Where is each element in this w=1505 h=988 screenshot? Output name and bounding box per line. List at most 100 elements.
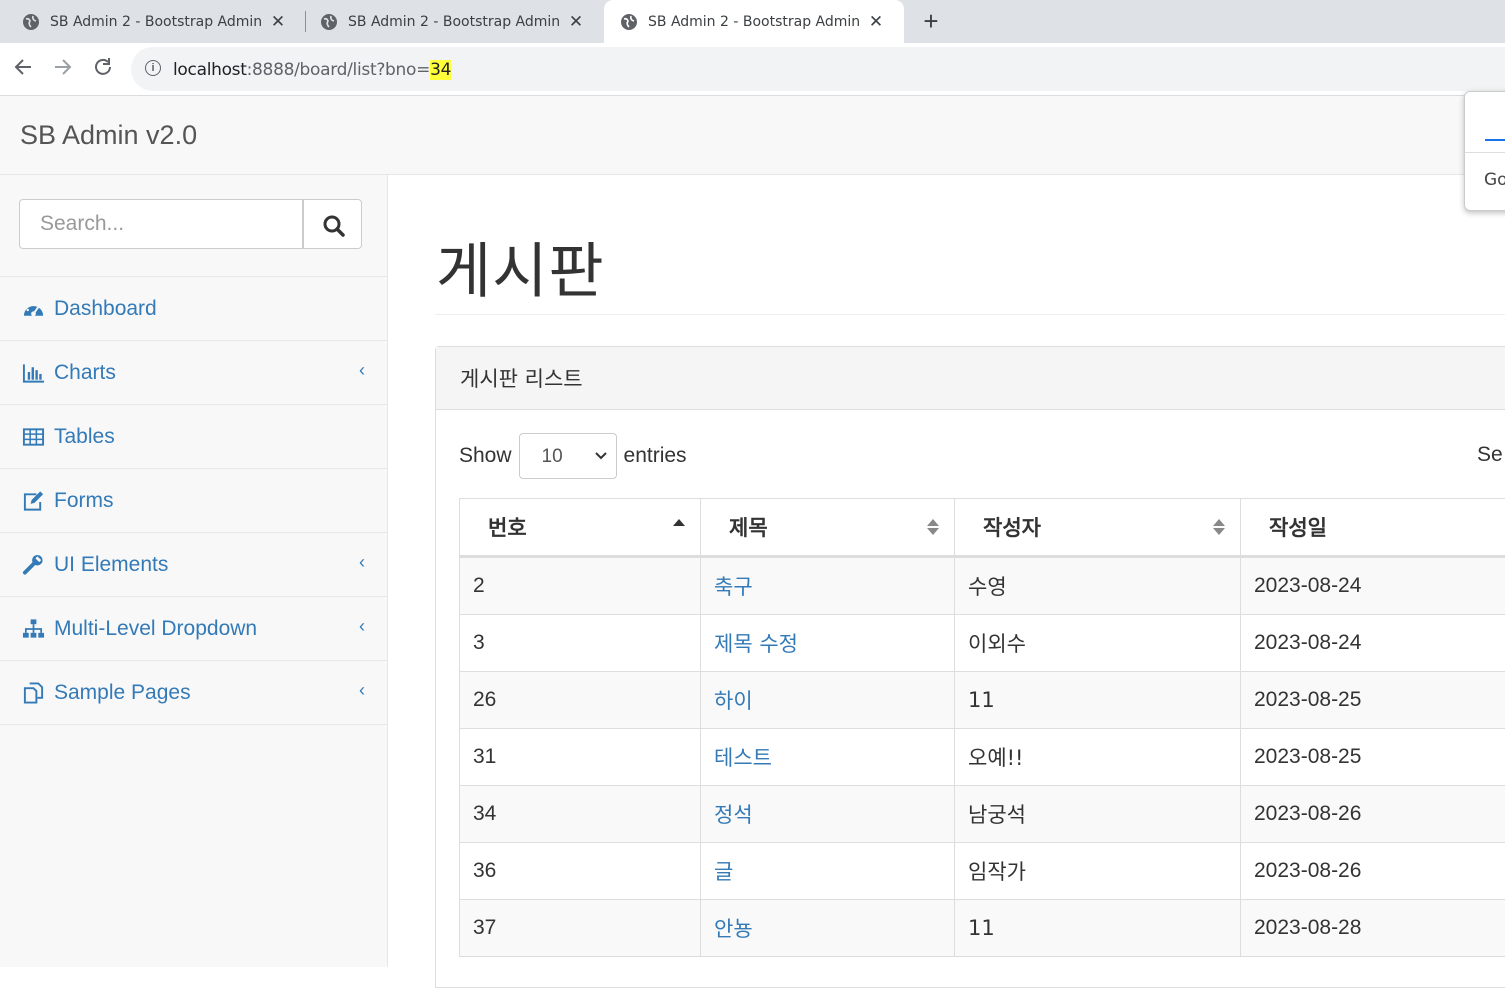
sidebar-item-label: UI Elements bbox=[54, 553, 168, 577]
cell-date: 2023-08-25 bbox=[1241, 672, 1505, 729]
cell-title-link[interactable]: 글 bbox=[701, 843, 955, 900]
table-row[interactable]: 31 테스트 오예!! 2023-08-25 bbox=[460, 729, 1505, 786]
column-header-date[interactable]: 작성일 bbox=[1241, 499, 1505, 557]
close-icon[interactable]: ✕ bbox=[866, 12, 886, 32]
cell-date: 2023-08-26 bbox=[1241, 843, 1505, 900]
url-path: :8888/board/list?bno= bbox=[247, 60, 430, 80]
sidebar-item-dashboard[interactable]: Dashboard bbox=[0, 277, 387, 341]
cell-title-link[interactable]: 안뇽 bbox=[701, 900, 955, 957]
cell-writer: 오예!! bbox=[955, 729, 1241, 786]
column-label: 번호 bbox=[488, 516, 527, 540]
close-icon[interactable]: ✕ bbox=[268, 12, 288, 32]
table-row[interactable]: 2 축구 수영 2023-08-24 bbox=[460, 557, 1505, 615]
tab-title: SB Admin 2 - Bootstrap Admin bbox=[648, 14, 860, 30]
cell-title-link[interactable]: 하이 bbox=[701, 672, 955, 729]
cell-bno: 37 bbox=[460, 900, 701, 957]
sidebar-item-label: Forms bbox=[54, 489, 114, 513]
cell-title-link[interactable]: 제목 수정 bbox=[701, 615, 955, 672]
column-label: 작성자 bbox=[983, 516, 1041, 540]
table-row[interactable]: 26 하이 11 2023-08-25 bbox=[460, 672, 1505, 729]
chevron-left-icon[interactable]: ‹ bbox=[359, 616, 365, 637]
sidebar-item-sample-pages[interactable]: Sample Pages ‹ bbox=[0, 661, 387, 725]
table-row[interactable]: 34 정석 남궁석 2023-08-26 bbox=[460, 786, 1505, 843]
cell-writer: 임작가 bbox=[955, 843, 1241, 900]
cell-title-link[interactable]: 테스트 bbox=[701, 729, 955, 786]
cell-bno: 34 bbox=[460, 786, 701, 843]
sort-icon bbox=[926, 517, 940, 537]
chevron-left-icon[interactable]: ‹ bbox=[359, 680, 365, 701]
cell-bno: 26 bbox=[460, 672, 701, 729]
popup-accent-line bbox=[1485, 139, 1505, 141]
cell-bno: 36 bbox=[460, 843, 701, 900]
sidebar-link-ui-elements[interactable]: UI Elements bbox=[22, 533, 168, 596]
sidebar: Dashboard Charts ‹ Tables Forms bbox=[0, 175, 388, 967]
back-arrow-icon[interactable] bbox=[11, 56, 35, 80]
cell-date: 2023-08-24 bbox=[1241, 557, 1505, 615]
forward-arrow-icon[interactable] bbox=[51, 56, 75, 80]
edit-icon bbox=[22, 490, 45, 512]
info-icon[interactable]: i bbox=[145, 60, 161, 76]
search-input[interactable] bbox=[19, 199, 303, 249]
dashboard-icon bbox=[22, 298, 45, 320]
sidebar-item-ui-elements[interactable]: UI Elements ‹ bbox=[0, 533, 387, 597]
browser-tab-1[interactable]: SB Admin 2 - Bootstrap Admin ✕ bbox=[0, 0, 305, 43]
sidebar-item-label: Tables bbox=[54, 425, 115, 449]
panel-title: 게시판 리스트 bbox=[460, 363, 583, 393]
cell-writer: 11 bbox=[955, 672, 1241, 729]
sidebar-item-tables[interactable]: Tables bbox=[0, 405, 387, 469]
chevron-left-icon[interactable]: ‹ bbox=[359, 360, 365, 381]
sidebar-link-forms[interactable]: Forms bbox=[22, 469, 114, 532]
entries-label: entries bbox=[624, 444, 687, 468]
cell-title-link[interactable]: 정석 bbox=[701, 786, 955, 843]
column-header-writer[interactable]: 작성자 bbox=[955, 499, 1241, 557]
sidebar-link-charts[interactable]: Charts bbox=[22, 341, 116, 404]
browser-tab-3-active[interactable]: SB Admin 2 - Bootstrap Admin ✕ bbox=[604, 0, 904, 43]
sidebar-item-label: Charts bbox=[54, 361, 116, 385]
sort-icon bbox=[1212, 517, 1226, 537]
reload-icon[interactable] bbox=[91, 56, 115, 80]
url-omnibox[interactable]: i localhost:8888/board/list?bno=34 bbox=[131, 47, 1505, 91]
show-label: Show bbox=[459, 444, 512, 468]
main-content: 게시판 게시판 리스트 Show 10 entries Se bbox=[388, 175, 1505, 967]
sidebar-item-forms[interactable]: Forms bbox=[0, 469, 387, 533]
sidebar-link-dashboard[interactable]: Dashboard bbox=[22, 277, 157, 340]
column-header-bno[interactable]: 번호 bbox=[460, 499, 701, 557]
cell-bno: 31 bbox=[460, 729, 701, 786]
sidebar-item-charts[interactable]: Charts ‹ bbox=[0, 341, 387, 405]
chevron-left-icon[interactable]: ‹ bbox=[359, 552, 365, 573]
files-icon bbox=[22, 682, 45, 704]
column-header-title[interactable]: 제목 bbox=[701, 499, 955, 557]
popup-text[interactable]: Go bbox=[1484, 170, 1505, 190]
navbar-brand[interactable]: SB Admin v2.0 bbox=[20, 120, 197, 151]
table-header-row: 번호 제목 작성자 작성일 bbox=[460, 499, 1505, 557]
browser-tab-2[interactable]: SB Admin 2 - Bootstrap Admin ✕ bbox=[298, 0, 603, 43]
popup-divider bbox=[1465, 152, 1505, 153]
globe-icon bbox=[22, 13, 40, 31]
sidebar-link-multi-level[interactable]: Multi-Level Dropdown bbox=[22, 597, 257, 660]
url-text[interactable]: localhost:8888/board/list?bno=34 bbox=[173, 60, 451, 80]
new-tab-button[interactable]: + bbox=[918, 6, 944, 36]
sidebar-link-sample-pages[interactable]: Sample Pages bbox=[22, 661, 191, 724]
board-table: 번호 제목 작성자 작성일 bbox=[459, 498, 1505, 957]
table-row[interactable]: 36 글 임작가 2023-08-26 bbox=[460, 843, 1505, 900]
search-button[interactable] bbox=[303, 199, 362, 249]
panel-heading: 게시판 리스트 bbox=[436, 347, 1505, 410]
top-navbar: SB Admin v2.0 bbox=[0, 96, 1505, 175]
entries-select[interactable]: 10 bbox=[519, 433, 617, 479]
page: SB Admin v2.0 Dashboard Charts ‹ bbox=[0, 96, 1505, 967]
tab-title: SB Admin 2 - Bootstrap Admin bbox=[50, 14, 262, 30]
table-row[interactable]: 37 안뇽 11 2023-08-28 bbox=[460, 900, 1505, 957]
cell-bno: 2 bbox=[460, 557, 701, 615]
sidebar-search bbox=[19, 199, 363, 251]
cell-writer: 11 bbox=[955, 900, 1241, 957]
sidebar-item-multi-level-dropdown[interactable]: Multi-Level Dropdown ‹ bbox=[0, 597, 387, 661]
cell-date: 2023-08-28 bbox=[1241, 900, 1505, 957]
browser-popup[interactable]: Go bbox=[1464, 91, 1505, 211]
sidebar-link-tables[interactable]: Tables bbox=[22, 405, 115, 468]
globe-icon bbox=[620, 13, 638, 31]
cell-title-link[interactable]: 축구 bbox=[701, 557, 955, 615]
table-row[interactable]: 3 제목 수정 이외수 2023-08-24 bbox=[460, 615, 1505, 672]
cell-bno: 3 bbox=[460, 615, 701, 672]
close-icon[interactable]: ✕ bbox=[566, 12, 586, 32]
tab-title: SB Admin 2 - Bootstrap Admin bbox=[348, 14, 560, 30]
